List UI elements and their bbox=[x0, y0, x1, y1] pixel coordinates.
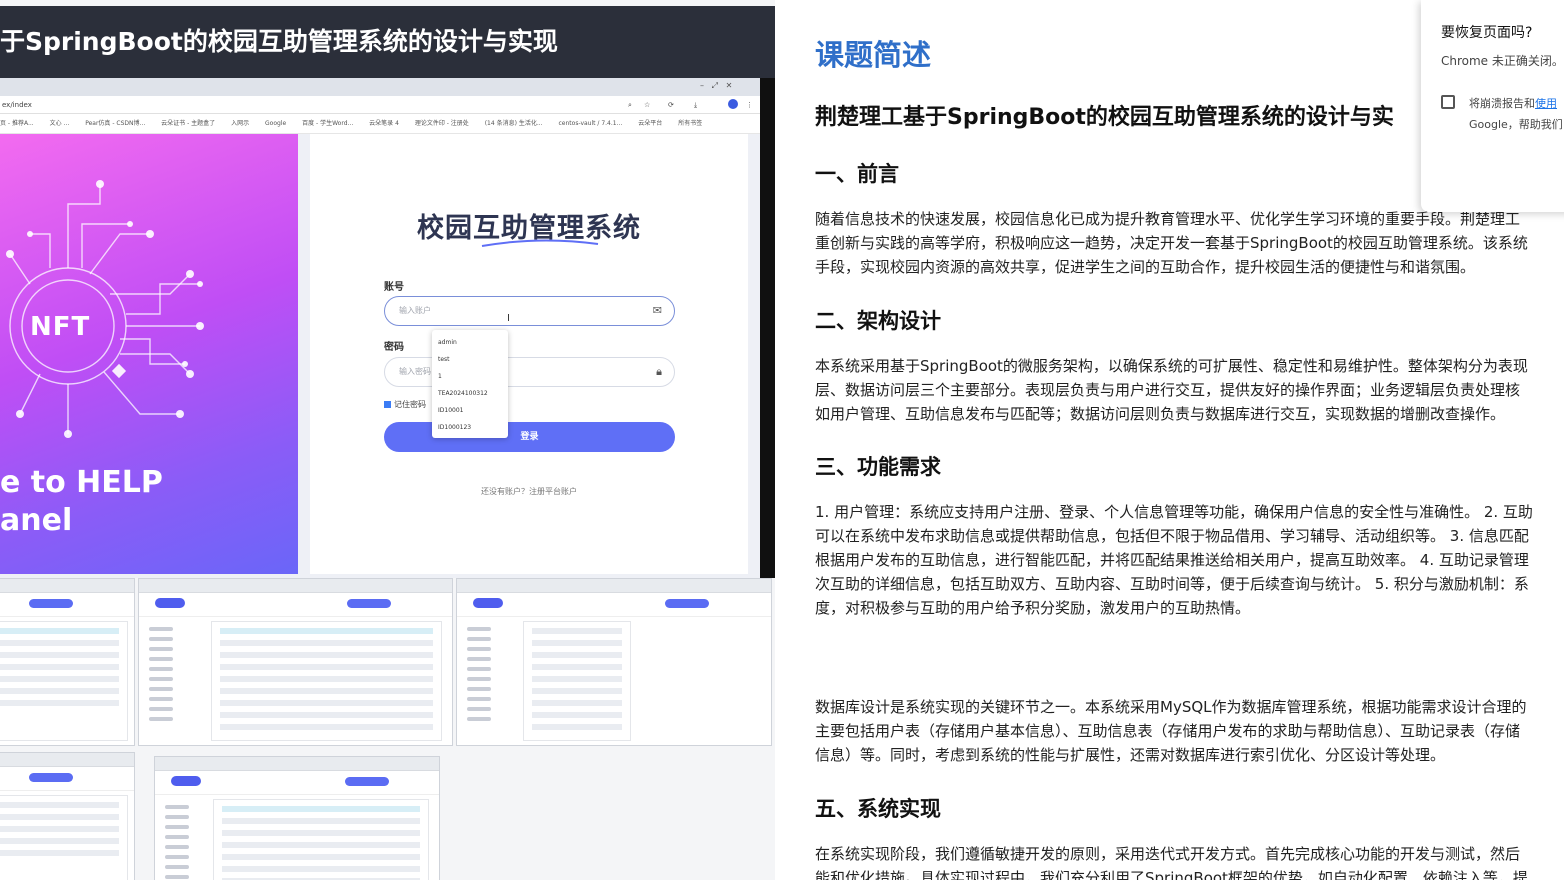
restore-pages-dialog: 要恢复页面吗? Chrome 未正确关闭。 将崩溃报告和使用 Google，帮助… bbox=[1421, 0, 1564, 212]
login-button[interactable]: 登录 bbox=[384, 422, 675, 452]
mail-icon: ✉ bbox=[652, 304, 662, 317]
circuit-illustration bbox=[6, 180, 204, 438]
browser-tab-bar: – ⤢ ✕ bbox=[0, 78, 760, 96]
address-bar[interactable]: ex/index ⌕ ☆ ⟳ ⤓ ⋮ bbox=[0, 96, 760, 114]
bookmark-item[interactable]: 百度 - 学生Word... bbox=[302, 120, 353, 127]
section-body-requirements: 1. 用户管理：系统应支持用户注册、登录、个人信息管理等功能，确保用户信息的安全… bbox=[815, 503, 1533, 617]
star-icon[interactable]: ☆ bbox=[644, 96, 650, 114]
section-body-preface: 随着信息技术的快速发展，校园信息化已成为提升教育管理水平、优化学生学习环境的重要… bbox=[815, 210, 1528, 276]
autocomplete-option[interactable]: test bbox=[432, 351, 508, 368]
address-text: ex/index bbox=[2, 101, 32, 109]
password-input[interactable]: 输入密码 🔒︎ bbox=[384, 357, 675, 387]
section-body-architecture: 本系统采用基于SpringBoot的微服务架构，以确保系统的可扩展性、稳定性和易… bbox=[815, 357, 1528, 423]
banner-title: 于SpringBoot的校园互助管理系统的设计与实现 bbox=[0, 6, 775, 78]
login-form: 校园互助管理系统 账号 输入账户 ✉ 密码 输入密码 🔒︎ 记住密码 登录 还没… bbox=[310, 134, 748, 574]
bookmark-item[interactable]: 页 - 推荐A... bbox=[0, 120, 34, 127]
bookmark-item[interactable]: 理论文件印 - 注册处 bbox=[415, 120, 469, 127]
search-icon[interactable]: ⌕ bbox=[628, 96, 632, 114]
hero-illustration: NFT e to HELP anel bbox=[0, 134, 298, 574]
section-body-implementation: 在系统实现阶段，我们遵循敏捷开发的原则，采用迭代式开发方式。首先完成核心功能的开… bbox=[815, 845, 1528, 880]
page-heading: 课题简述 bbox=[815, 38, 932, 72]
profile-avatar[interactable] bbox=[728, 99, 738, 109]
crash-report-label: 将崩溃报告和使用 bbox=[1469, 97, 1557, 110]
autocomplete-option[interactable]: ID10001 bbox=[432, 402, 508, 419]
bookmarks-bar: 页 - 推荐A... 文心 ... Pear仿真 - CSDN博... 云朵证书… bbox=[0, 114, 760, 134]
window-controls[interactable]: – ⤢ ✕ bbox=[700, 81, 732, 91]
screenshot-thumbnail bbox=[0, 578, 135, 746]
autocomplete-option[interactable]: ID1000123 bbox=[432, 419, 508, 436]
screenshot-thumbnail bbox=[138, 578, 453, 746]
menu-icon[interactable]: ⋮ bbox=[746, 96, 753, 114]
bookmark-item[interactable]: centos-vault / 7.4.1... bbox=[559, 120, 623, 127]
usage-stats-link[interactable]: 使用 bbox=[1535, 97, 1557, 110]
section-title-architecture: 二、架构设计 bbox=[815, 309, 941, 333]
autocomplete-dropdown: admin test 1 TEA2024100312 ID10001 ID100… bbox=[432, 330, 508, 438]
screenshot-thumbnail bbox=[154, 756, 440, 880]
password-placeholder: 输入密码 bbox=[399, 367, 431, 376]
lock-icon: 🔒︎ bbox=[656, 365, 662, 378]
section-body-database: 数据库设计是系统实现的关键环节之一。本系统采用MySQL作为数据库管理系统，根据… bbox=[815, 698, 1527, 764]
welcome-line-2: anel bbox=[0, 503, 73, 538]
autocomplete-option[interactable]: TEA2024100312 bbox=[432, 385, 508, 402]
document-subtitle: 荆楚理工基于SpringBoot的校园互助管理系统的设计与实 bbox=[815, 105, 1394, 130]
account-input[interactable]: 输入账户 ✉ bbox=[384, 296, 675, 326]
section-title-implementation: 五、系统实现 bbox=[815, 797, 941, 821]
remember-label: 记住密码 bbox=[394, 400, 426, 409]
remember-password[interactable]: 记住密码 bbox=[384, 399, 426, 410]
nft-badge: NFT bbox=[30, 312, 91, 342]
title-underline bbox=[481, 239, 599, 247]
crash-report-checkbox[interactable] bbox=[1441, 95, 1455, 109]
account-placeholder: 输入账户 bbox=[399, 306, 431, 315]
section-title-requirements: 三、功能需求 bbox=[815, 455, 941, 479]
welcome-text: e to HELP anel bbox=[0, 464, 163, 540]
restore-detail: Chrome 未正确关闭。 bbox=[1441, 54, 1564, 68]
screenshot-thumbnail bbox=[0, 752, 135, 880]
bookmark-item[interactable]: (14 条消息) 生活化... bbox=[485, 120, 543, 127]
bookmark-item[interactable]: 文心 ... bbox=[50, 120, 70, 127]
video-left-panel: 于SpringBoot的校园互助管理系统的设计与实现 – ⤢ ✕ ex/inde… bbox=[0, 0, 775, 880]
section-title-preface: 一、前言 bbox=[815, 162, 899, 186]
bookmark-item[interactable]: Pear仿真 - CSDN博... bbox=[85, 120, 145, 127]
browser-screenshot: – ⤢ ✕ ex/index ⌕ ☆ ⟳ ⤓ ⋮ 页 - 推荐A... 文心 .… bbox=[0, 78, 775, 578]
bookmark-item[interactable]: Google bbox=[265, 120, 286, 127]
autocomplete-option[interactable]: 1 bbox=[432, 368, 508, 385]
bookmark-item[interactable]: 云朵证书 - 主题盒了 bbox=[161, 120, 215, 127]
register-link[interactable]: 还没有账户？注册平台账户 bbox=[310, 486, 748, 497]
login-page: NFT e to HELP anel 校园互助管理系统 账号 输入账户 ✉ 密码 bbox=[0, 134, 760, 578]
crash-report-suffix: Google，帮助我们 bbox=[1469, 118, 1563, 131]
restore-question: 要恢复页面吗? bbox=[1441, 25, 1533, 41]
text-cursor-icon: I bbox=[507, 313, 510, 324]
autocomplete-option[interactable]: admin bbox=[432, 334, 508, 351]
checkbox-icon[interactable] bbox=[384, 401, 391, 408]
welcome-line-1: e to HELP bbox=[0, 465, 163, 500]
download-icon[interactable]: ⤓ bbox=[694, 96, 697, 114]
account-label: 账号 bbox=[384, 282, 404, 293]
password-label: 密码 bbox=[384, 342, 404, 353]
screenshot-thumbnail bbox=[456, 578, 772, 746]
bookmark-item[interactable]: 云朵笔录 4 bbox=[369, 120, 399, 127]
bookmark-item[interactable]: 所有书签 bbox=[678, 120, 702, 127]
bookmark-item[interactable]: 云朵平台 bbox=[638, 120, 662, 127]
extensions-icon[interactable]: ⟳ bbox=[668, 96, 674, 114]
bookmark-item[interactable]: 入网示 bbox=[231, 120, 249, 127]
